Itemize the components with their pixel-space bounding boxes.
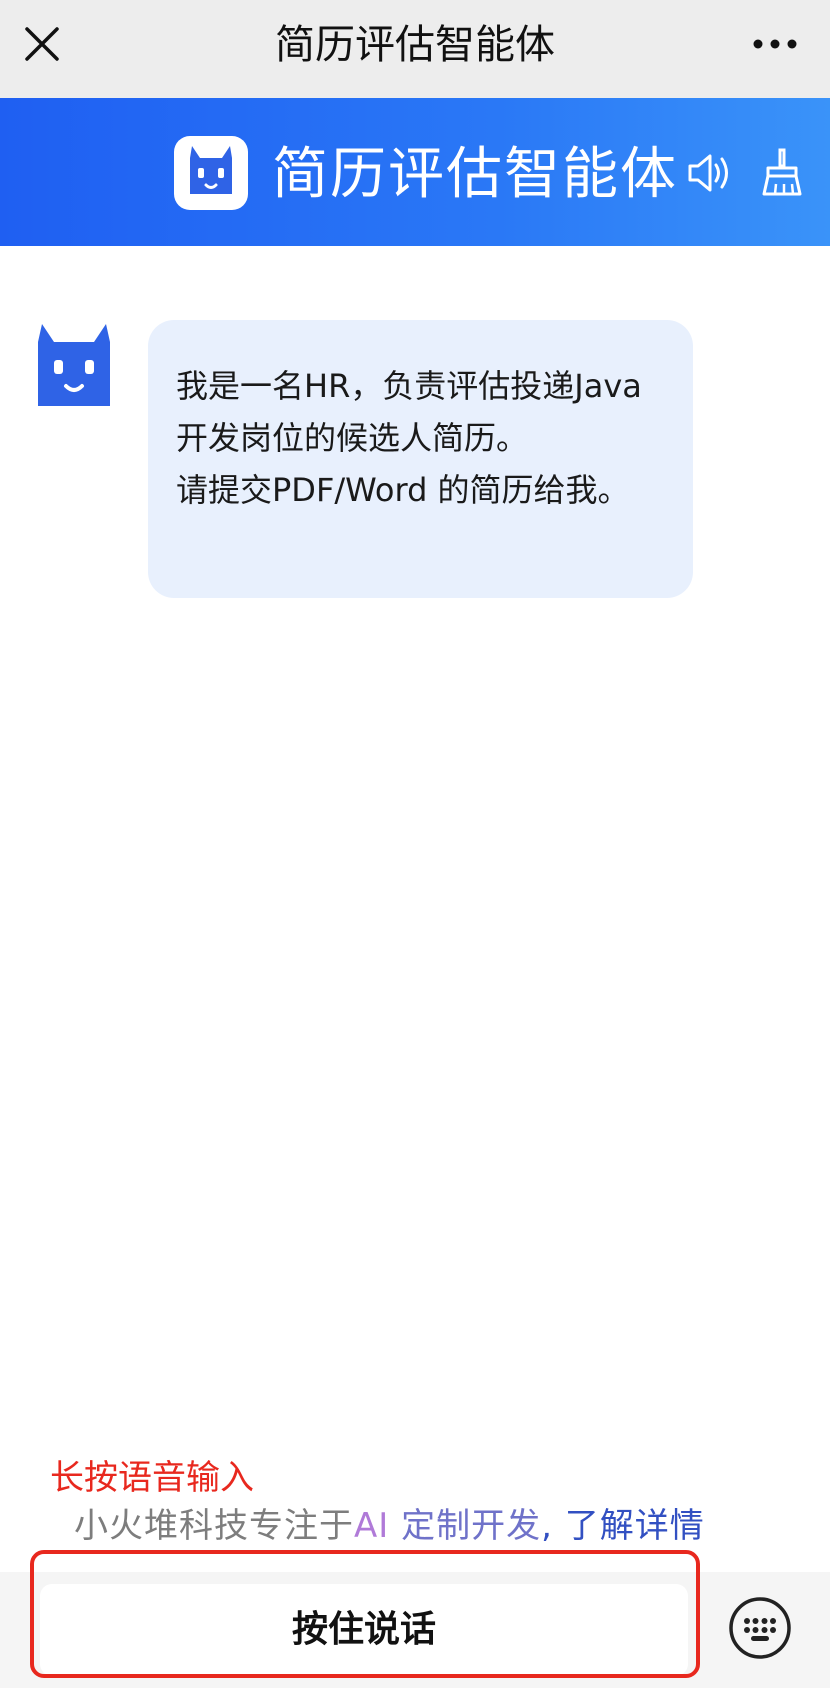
keyboard-icon[interactable] — [728, 1596, 792, 1660]
promo-ai: AI — [354, 1506, 402, 1546]
bot-message-text: 我是一名HR，负责评估投递Java开发岗位的候选人简历。 请提交PDF/Word… — [176, 367, 642, 509]
agent-banner: 简历评估智能体 — [0, 98, 830, 246]
long-press-hint: 长按语音输入 — [50, 1458, 254, 1498]
highlight-box — [30, 1550, 700, 1678]
promo-text: 小火堆科技专注于 — [74, 1506, 354, 1546]
top-nav-bar: 简历评估智能体 — [0, 0, 830, 98]
promo-line[interactable]: 小火堆科技专注于AI 定制开发, 了解详情 — [74, 1504, 705, 1548]
bot-message-bubble: 我是一名HR，负责评估投递Java开发岗位的候选人简历。 请提交PDF/Word… — [148, 320, 693, 598]
robot-logo-icon — [174, 136, 248, 210]
banner-title: 简历评估智能体 — [272, 142, 678, 207]
promo-custom-dev[interactable]: 定制开发 — [401, 1506, 541, 1546]
promo-learn-more-link[interactable]: , 了解详情 — [541, 1506, 705, 1546]
broom-icon[interactable] — [760, 148, 804, 196]
page-title: 简历评估智能体 — [275, 22, 555, 68]
more-icon[interactable] — [750, 26, 800, 62]
speaker-icon[interactable] — [686, 150, 734, 196]
bot-avatar-icon — [38, 324, 110, 406]
